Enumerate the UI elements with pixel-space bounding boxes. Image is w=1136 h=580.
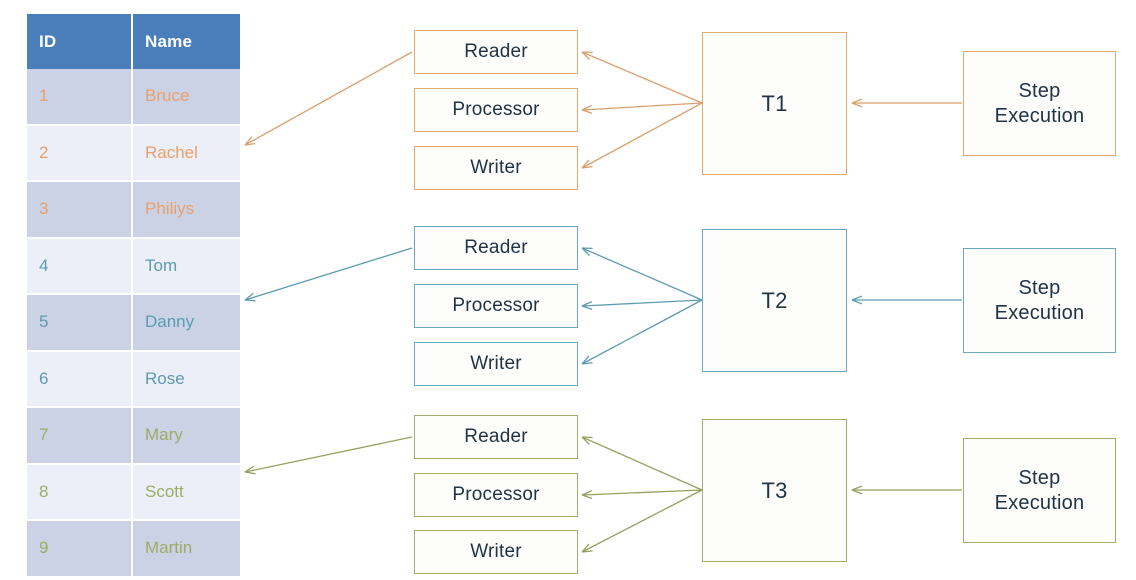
cell-id: 8 [27, 463, 133, 521]
table-row: 7 Mary [27, 407, 240, 465]
stage-box-processor-t1[interactable]: Processor [414, 88, 578, 132]
cell-id: 7 [27, 407, 133, 465]
arrow-t1-to-writer [582, 102, 703, 168]
cell-id: 3 [27, 181, 133, 239]
stage-box-processor-t2[interactable]: Processor [414, 284, 578, 328]
table-row: 8 Scott [27, 463, 240, 521]
cell-id: 9 [27, 520, 133, 578]
step-execution-label-t3: Step Execution [995, 466, 1085, 516]
thread-box-t1[interactable]: T1 [702, 32, 847, 175]
stage-box-reader-t1[interactable]: Reader [414, 30, 578, 74]
cell-id: 2 [27, 124, 133, 182]
step-execution-label-t2: Step Execution [995, 276, 1085, 326]
records-table: ID Name 1 Bruce 2 Rachel 3 Philiys 4 Tom [27, 14, 240, 578]
diagram-canvas: ID Name 1 Bruce 2 Rachel 3 Philiys 4 Tom [0, 0, 1136, 580]
stage-box-writer-t1[interactable]: Writer [414, 146, 578, 190]
step-line-1: Step [1018, 466, 1061, 489]
connectors-t1 [245, 52, 962, 168]
arrow-t3-to-reader [582, 437, 703, 491]
table-body: 1 Bruce 2 Rachel 3 Philiys 4 Tom 5 Danny… [27, 69, 240, 578]
step-execution-label-t1: Step Execution [995, 79, 1085, 129]
step-execution-box-t1[interactable]: Step Execution [963, 51, 1116, 156]
cell-name: Rose [132, 350, 240, 408]
step-execution-box-t3[interactable]: Step Execution [963, 438, 1116, 543]
thread-box-t3[interactable]: T3 [702, 419, 847, 562]
cell-name: Bruce [132, 69, 240, 126]
table-row: 9 Martin [27, 520, 240, 578]
table-row: 4 Tom [27, 237, 240, 295]
table-row: 2 Rachel [27, 124, 240, 182]
cell-name: Tom [132, 237, 240, 295]
cell-name: Rachel [132, 124, 240, 182]
cell-id: 5 [27, 294, 133, 352]
stage-box-reader-t3[interactable]: Reader [414, 415, 578, 459]
arrow-t1-to-reader [582, 52, 703, 104]
arrow-t2-to-writer [582, 299, 703, 364]
arrow-t2-to-processor [582, 299, 703, 306]
column-header-id: ID [27, 14, 133, 69]
cell-name: Mary [132, 407, 240, 465]
column-header-name: Name [132, 14, 240, 69]
step-execution-box-t2[interactable]: Step Execution [963, 248, 1116, 353]
step-line-2: Execution [994, 301, 1085, 324]
arrow-reader-to-table [245, 247, 413, 300]
step-line-2: Execution [994, 104, 1085, 127]
arrow-t2-to-reader [582, 248, 703, 301]
cell-name: Danny [132, 294, 240, 352]
stage-box-writer-t2[interactable]: Writer [414, 342, 578, 386]
table-row: 1 Bruce [27, 69, 240, 126]
arrow-t3-to-writer [582, 489, 703, 552]
cell-id: 1 [27, 69, 133, 126]
table-row: 3 Philiys [27, 181, 240, 239]
cell-name: Scott [132, 463, 240, 521]
arrow-reader-to-table [245, 51, 413, 145]
cell-name: Philiys [132, 181, 240, 239]
stage-box-processor-t3[interactable]: Processor [414, 473, 578, 517]
step-line-1: Step [1018, 79, 1061, 102]
thread-box-t2[interactable]: T2 [702, 229, 847, 372]
connectors-t2 [245, 248, 962, 364]
table-row: 6 Rose [27, 350, 240, 408]
stage-box-reader-t2[interactable]: Reader [414, 226, 578, 270]
cell-id: 6 [27, 350, 133, 408]
step-line-2: Execution [994, 491, 1085, 514]
step-line-1: Step [1018, 276, 1061, 299]
cell-name: Martin [132, 520, 240, 578]
stage-box-writer-t3[interactable]: Writer [414, 530, 578, 574]
connectors-t3 [245, 437, 962, 552]
arrow-t1-to-processor [582, 102, 703, 110]
table-header-row: ID Name [27, 14, 240, 69]
table-row: 5 Danny [27, 294, 240, 352]
cell-id: 4 [27, 237, 133, 295]
arrow-t3-to-processor [582, 489, 703, 495]
arrow-reader-to-table [245, 436, 413, 472]
